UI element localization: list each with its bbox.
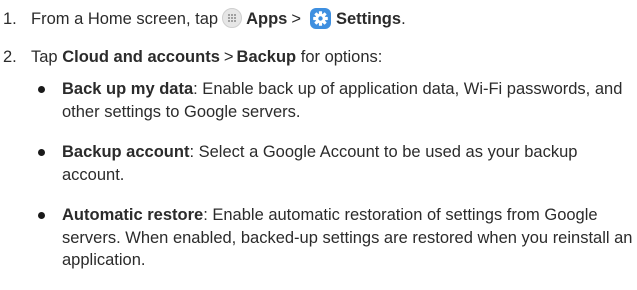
step-suffix: . (401, 10, 406, 28)
option-term: Back up my data (62, 80, 194, 98)
step-2: 2. Tap Cloud and accounts > Backup for opti… (0, 47, 382, 67)
backup-label: Backup (236, 48, 297, 66)
list-item: Backup account: Select a Google Account … (36, 141, 636, 186)
instructions-page: 1. From a Home screen, tap Apps > Settings. … (0, 0, 637, 289)
breadcrumb-separator: > (223, 48, 234, 66)
options-list: Back up my data: Enable back up of appli… (36, 78, 636, 290)
option-term: Backup account (62, 143, 190, 161)
list-item: Back up my data: Enable back up of appli… (36, 78, 636, 123)
step-number: 2. (3, 48, 17, 66)
apps-label: Apps (246, 10, 288, 28)
step-text: Tap (31, 48, 58, 66)
settings-label: Settings (335, 10, 402, 28)
bullet-dot (38, 212, 45, 219)
breadcrumb-separator: > (291, 10, 301, 28)
option-term: Automatic restore (62, 206, 204, 224)
step-1: 1. From a Home screen, tap Apps > Settings. (0, 8, 406, 29)
apps-grid-icon (222, 8, 243, 28)
list-item: Automatic restore: Enable automatic rest… (36, 204, 636, 272)
step-number: 1. (3, 10, 17, 28)
bullet-dot (38, 149, 45, 156)
cloud-and-accounts-label: Cloud and accounts (62, 48, 220, 66)
step-suffix: for options: (300, 48, 383, 66)
settings-gear-icon (309, 8, 331, 29)
bullet-dot (38, 86, 45, 93)
step-text: From a Home screen, tap (31, 10, 219, 28)
